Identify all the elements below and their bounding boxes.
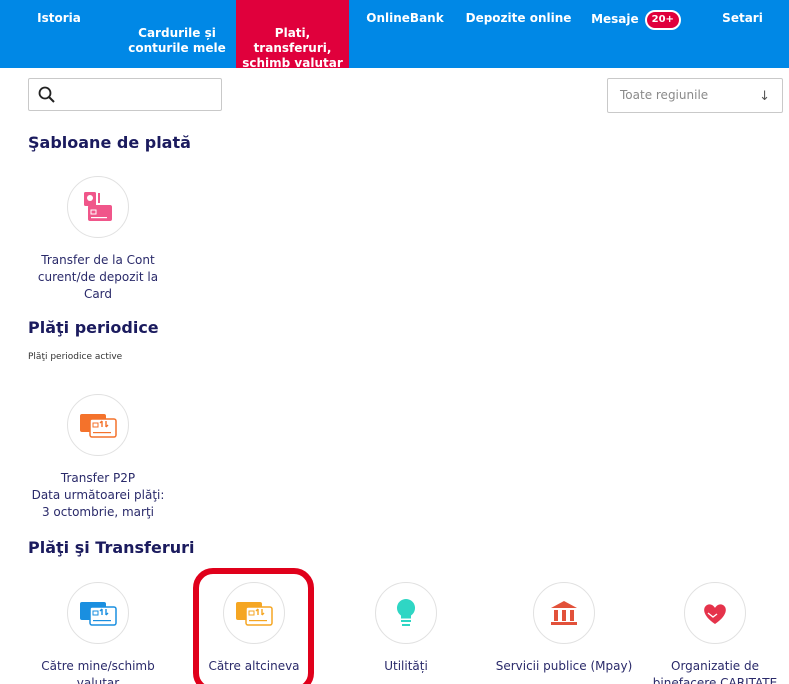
nav-label: OnlineBank [366,11,444,25]
tile-icon-circle [684,582,746,644]
tile-icon-circle [533,582,595,644]
tile-icon-circle [375,582,437,644]
p2p-card-icon [80,414,117,438]
periodic-subtitle: Plăţi periodice active [28,352,123,362]
nav-label: Setari [722,11,763,25]
account-to-card-icon [84,192,112,221]
tile-account-to-card[interactable]: Transfer de la Cont curent/de depozit la… [28,176,168,303]
region-value: Toate regiunile [620,88,709,102]
arrow-down-icon: ↓ [759,89,770,104]
tile-label: Servicii publice (Mpay) [495,659,633,673]
nav-depozite-online[interactable]: Depozite online [461,0,576,68]
tile-icon-circle [67,176,129,238]
tile-p2p-transfer[interactable]: Transfer P2P Data următoarei plăţi: 3 oc… [28,394,168,521]
nav-label: Mesaje [591,12,639,26]
heart-hands-icon [704,604,726,624]
tile-label: Utilități [384,659,428,673]
bank-building-icon [551,601,577,625]
search-input[interactable] [28,78,222,111]
tile-icon-circle [67,582,129,644]
region-select[interactable]: Toate regiunile ↓ [607,78,783,113]
section-title-transfers: Plăţi şi Transferuri [28,538,195,557]
nav-label: Cardurile și conturile mele [128,26,226,55]
highlight-frame [193,568,314,684]
tile-utilities[interactable]: Utilități [336,582,476,675]
section-title-periodic: Plăţi periodice [28,318,159,337]
search-icon [38,86,55,103]
tile-own-transfer[interactable]: Către mine/schimb valutar [28,582,168,684]
tile-label: Transfer P2P Data următoarei plăţi: 3 oc… [31,471,165,519]
tile-label: Transfer de la Cont curent/de depozit la… [37,253,159,301]
tile-icon-circle [67,394,129,456]
nav-cards-accounts[interactable]: Cardurile și conturile mele [118,0,236,68]
nav-label: Depozite online [465,11,572,25]
nav-istoria[interactable]: Istoria [0,0,118,68]
lightbulb-icon [396,598,416,626]
nav-label: Plati, transferuri, schimb valutar [242,26,343,70]
section-title-templates: Şabloane de plată [28,133,191,152]
tile-label: Către mine/schimb valutar [41,659,155,684]
tile-public-services[interactable]: Servicii publice (Mpay) [494,582,634,675]
nav-label: Istoria [37,11,81,25]
top-nav: Istoria Cardurile și conturile mele Plat… [0,0,789,70]
nav-onlinebank[interactable]: OnlineBank [349,0,461,68]
nav-setari[interactable]: Setari [696,0,789,68]
nav-mesaje[interactable]: Mesaje 20+ [576,0,696,68]
messages-count-badge: 20+ [644,10,681,30]
tile-charity[interactable]: Organizatie de binefacere CARITATE VB [645,582,785,684]
nav-payments-active[interactable]: Plati, transferuri, schimb valutar [236,0,349,70]
tile-label: Organizatie de binefacere CARITATE VB [652,659,778,684]
own-cards-icon [80,602,117,626]
